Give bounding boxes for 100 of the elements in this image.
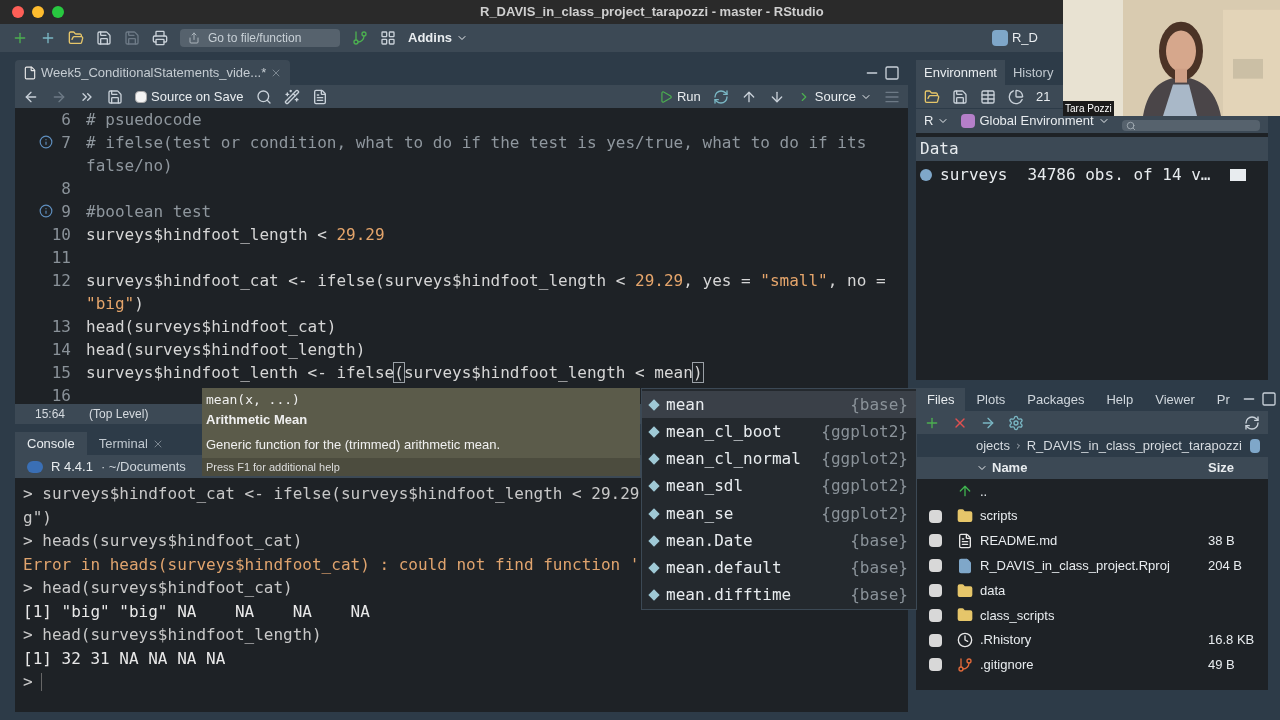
section-header: Data [916, 137, 1268, 161]
open-folder-icon[interactable] [924, 88, 940, 105]
completion-item[interactable]: mean.difftime {base} [642, 581, 916, 609]
files-tab[interactable]: Help [1095, 388, 1145, 411]
expand-icon[interactable] [920, 169, 932, 181]
file-name[interactable]: R_DAVIS_in_class_project.Rproj [976, 556, 1208, 576]
console-line: > head(surveys$hindfoot_cat) [23, 577, 293, 599]
close-window-button[interactable] [12, 6, 24, 18]
files-tab[interactable]: Packages [1016, 388, 1096, 411]
files-tab[interactable]: Plots [965, 388, 1017, 411]
scope-selector[interactable]: (Top Level) [89, 405, 149, 423]
console-line: Error in heads(surveys$hindfoot_cat) : could not find function ' [23, 553, 640, 576]
completion-item[interactable]: mean_se {ggplot2} [642, 500, 916, 528]
file-checkbox[interactable] [928, 633, 942, 647]
refresh-icon[interactable] [1244, 414, 1260, 431]
code-line: # psuedocode [85, 109, 203, 131]
file-checkbox[interactable] [928, 509, 942, 523]
participant-name: Tara Pozzi [1063, 101, 1114, 116]
rerun-icon[interactable] [712, 88, 729, 105]
console-tab[interactable]: Console [15, 432, 87, 455]
search-icon[interactable] [255, 88, 272, 105]
maximize-pane-icon[interactable] [884, 65, 900, 81]
function-icon [648, 562, 660, 574]
file-name[interactable]: data [976, 580, 1268, 601]
language-dropdown[interactable]: R [924, 111, 950, 131]
magic-wand-icon[interactable] [283, 88, 300, 105]
file-checkbox[interactable] [928, 534, 942, 548]
addins-button[interactable]: Addins [408, 28, 469, 48]
new-project-icon[interactable] [40, 30, 56, 46]
file-checkbox[interactable] [928, 559, 942, 573]
cursor-position: 15:64 [35, 406, 66, 423]
code-line: # ifelse(test or condition, what to do if the test is yes/true, what to do if its false/no) [85, 132, 868, 177]
completion-item[interactable]: mean.Date {base} [642, 527, 916, 555]
run-button[interactable]: Run [658, 86, 701, 107]
search-field[interactable] [1121, 120, 1260, 131]
file-name[interactable]: scripts [976, 506, 1268, 526]
files-tab[interactable]: Files [916, 388, 966, 411]
code-line: head(surveys$hindfoot_length) [85, 339, 367, 361]
editor-tab[interactable]: Week5_ConditionalStatements_vide...* [15, 60, 291, 85]
files-tab[interactable]: Pr [1205, 388, 1241, 411]
open-folder-icon[interactable] [68, 30, 84, 46]
working-directory[interactable]: · ~/Documents [100, 456, 186, 477]
source-button[interactable]: Source [796, 86, 872, 107]
console-tab[interactable]: Terminal [86, 432, 176, 455]
file-name[interactable]: class_scripts [976, 605, 1268, 626]
completion-item[interactable]: mean_cl_normal {ggplot2} [642, 445, 916, 473]
console-line: > [23, 671, 33, 693]
function-icon [648, 507, 660, 520]
notebook-icon[interactable] [311, 88, 328, 105]
console-line: [1] "big" "big" NA NA NA NA [23, 600, 370, 623]
console-line: g") [23, 506, 52, 529]
help-description: Generic function for the (trimmed) arithmetic mean. [205, 436, 502, 454]
r-file-icon [23, 65, 37, 80]
path-link[interactable]: ojects [976, 435, 1010, 456]
help-title: Arithmetic Mean [205, 410, 309, 429]
console-line: > head(surveys$hindfoot_length) [23, 624, 322, 646]
completion-item[interactable]: mean_sdl {ggplot2} [642, 472, 916, 500]
line-number: 8 [61, 178, 71, 200]
file-name[interactable]: README.md [976, 531, 1208, 551]
line-number: 11 [51, 247, 71, 269]
code-line: surveys$hindfoot_lenth <- ifelse(surveys$hindfoot_length < mean) [85, 362, 704, 384]
completion-item[interactable]: mean.default {base} [642, 554, 916, 582]
variable-value: 34786 obs. of 14 v… [1027, 164, 1211, 186]
function-icon [648, 480, 660, 493]
completion-item[interactable]: mean {base} [642, 391, 916, 419]
print-icon[interactable] [152, 30, 168, 46]
minimize-window-button[interactable] [32, 6, 44, 18]
maximize-pane-icon[interactable] [1260, 391, 1277, 407]
project-name[interactable]: R_D [1012, 28, 1038, 48]
function-icon [648, 589, 660, 602]
new-file-icon[interactable] [12, 30, 28, 46]
source-on-save-checkbox[interactable]: Source on Save [135, 86, 244, 107]
file-checkbox[interactable] [928, 658, 942, 672]
pie-chart-icon[interactable] [1008, 88, 1024, 105]
file-name[interactable]: .Rhistory [976, 630, 1208, 650]
file-name[interactable]: .. [976, 481, 1268, 502]
document-icon [957, 533, 973, 549]
layout-grid-icon[interactable] [380, 30, 396, 46]
file-checkbox[interactable] [928, 584, 942, 598]
file-name[interactable]: .gitignore [976, 655, 1208, 675]
view-table-icon[interactable] [1230, 169, 1247, 181]
column-header[interactable]: Name [916, 458, 1208, 478]
environment-tab[interactable]: History [1005, 60, 1062, 85]
save-icon[interactable] [96, 30, 112, 46]
file-checkbox[interactable] [928, 608, 942, 622]
save-icon[interactable] [952, 88, 968, 105]
files-tab[interactable]: Viewer [1144, 388, 1206, 411]
console-line: > surveys$hindfoot_cat <- ifelse(surveys$hindfoot_length < 29.29 [23, 483, 640, 505]
completion-item[interactable]: mean_cl_boot {ggplot2} [642, 418, 916, 446]
table-icon[interactable] [980, 88, 996, 105]
environment-tab[interactable]: Environment [916, 60, 1005, 85]
path-link[interactable]: R_DAVIS_in_class_project_tarapozzi [1026, 435, 1242, 456]
maximize-window-button[interactable] [52, 6, 64, 18]
r-version: R 4.4.1 [51, 457, 93, 476]
version-control-icon[interactable] [352, 30, 368, 46]
save-icon[interactable] [107, 88, 123, 105]
settings-icon[interactable] [1008, 414, 1024, 431]
memory-usage[interactable]: 21 [1036, 86, 1051, 107]
go-to-file-field[interactable]: Go to file/function [180, 29, 340, 47]
column-header[interactable]: Size [1208, 458, 1268, 478]
